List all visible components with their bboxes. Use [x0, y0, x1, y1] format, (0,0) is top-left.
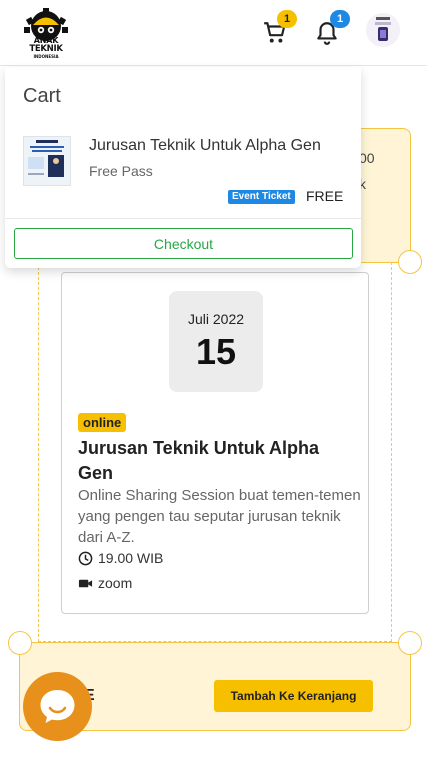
add-to-cart-button[interactable]: Tambah Ke Keranjang	[214, 680, 373, 712]
top-navbar: ANAK TEKNIK INDONESIA 1 1	[0, 0, 427, 66]
event-time-text: 19.00 WIB	[98, 550, 164, 566]
ticket-type-badge: Event Ticket	[228, 190, 295, 204]
chat-widget-button[interactable]	[23, 672, 92, 741]
logo-text-line3: INDONESIA	[33, 54, 59, 59]
checkout-button[interactable]: Checkout	[14, 228, 353, 259]
event-type-badge: online	[78, 413, 127, 432]
chat-bubble-icon	[40, 690, 75, 723]
cart-item-name[interactable]: Jurusan Teknik Untuk Alpha Gen	[89, 137, 321, 155]
ticket-notch	[8, 631, 32, 655]
ticket-notch	[398, 631, 422, 655]
partially-hidden-text: 00	[359, 150, 375, 166]
event-location: zoom	[78, 575, 132, 591]
event-month-year: Juli 2022	[187, 311, 245, 327]
video-camera-icon	[78, 579, 93, 587]
event-time: 19.00 WIB	[78, 550, 163, 566]
event-card[interactable]: Juli 2022 15 online Jurusan Teknik Untuk…	[61, 272, 369, 614]
event-title: Jurusan Teknik Untuk Alpha Gen	[78, 438, 320, 483]
event-poster-thumbnail-icon	[24, 137, 70, 185]
cart-dropdown: Cart Jurusan Teknik Untuk Alpha Gen Free…	[5, 67, 361, 268]
event-date-box: Juli 2022 15	[169, 291, 263, 392]
cart-item-price: FREE	[306, 188, 344, 204]
event-day: 15	[195, 331, 237, 372]
divider	[5, 218, 361, 219]
cart-item-ticket-name: Free Pass	[89, 163, 153, 179]
notification-count-badge: 1	[330, 10, 350, 28]
event-location-text: zoom	[98, 575, 133, 591]
cart-item-thumbnail[interactable]	[23, 136, 71, 186]
ticket-notch	[398, 250, 422, 274]
user-avatar[interactable]	[366, 13, 400, 47]
logo-text-line2: TEKNIK	[29, 44, 63, 54]
cart-count-badge: 1	[277, 10, 297, 28]
event-description: Online Sharing Session buat temen-temen …	[78, 487, 361, 546]
avatar-image-icon	[366, 13, 400, 47]
clock-icon	[78, 551, 93, 565]
site-logo[interactable]: ANAK TEKNIK INDONESIA	[24, 8, 68, 60]
cart-title: Cart	[23, 85, 61, 107]
